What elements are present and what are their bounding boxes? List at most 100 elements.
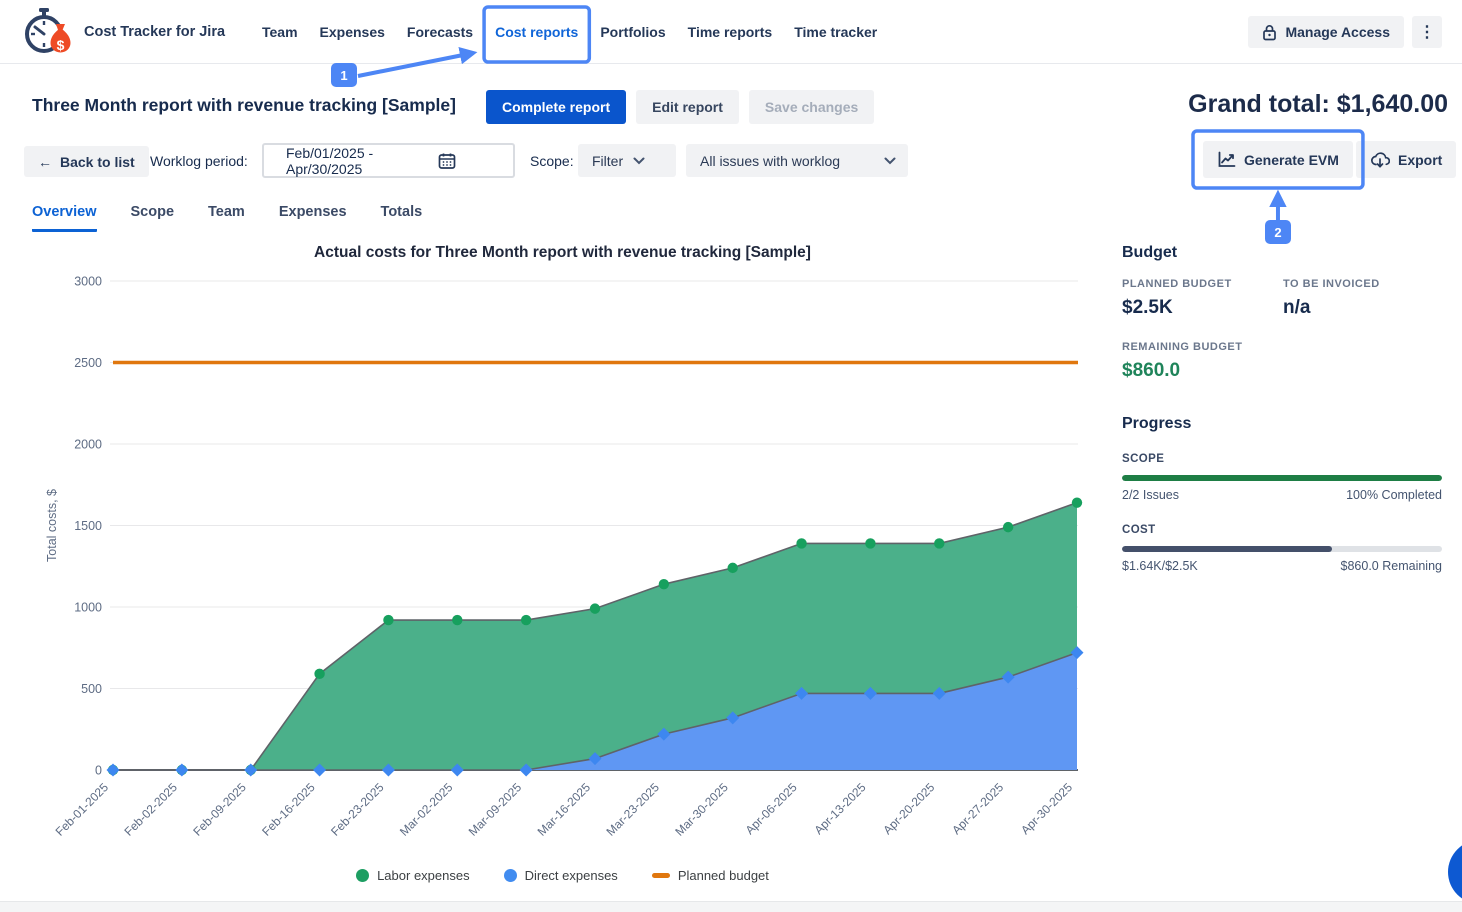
legend-swatch bbox=[356, 869, 369, 882]
cloud-download-icon bbox=[1370, 151, 1390, 168]
cost-progress-bar bbox=[1122, 546, 1442, 552]
summary-sidebar: Budget PLANNED BUDGET $2.5K TO BE INVOIC… bbox=[1122, 244, 1442, 573]
actual-costs-chart[interactable]: 050010001500200025003000Total costs, $Fe… bbox=[20, 268, 1105, 868]
manage-access-label: Manage Access bbox=[1285, 24, 1390, 40]
issues-filter-select[interactable]: All issues with worklog bbox=[686, 144, 908, 177]
nav-item-forecasts[interactable]: Forecasts bbox=[407, 24, 473, 40]
chat-widget-button[interactable] bbox=[1448, 840, 1462, 904]
worklog-period-label: Worklog period: bbox=[150, 153, 248, 169]
filter-bar: ← Back to list Worklog period: Feb/01/20… bbox=[0, 143, 1462, 183]
chevron-down-icon bbox=[884, 157, 896, 165]
save-changes-button[interactable]: Save changes bbox=[749, 90, 874, 124]
cost-spent-value: $1.64K/$2.5K bbox=[1122, 559, 1198, 573]
svg-text:0: 0 bbox=[95, 764, 102, 778]
horizontal-scrollbar[interactable] bbox=[0, 901, 1462, 912]
remaining-budget-label: REMAINING BUDGET bbox=[1122, 341, 1442, 353]
svg-text:Apr-20-2025: Apr-20-2025 bbox=[880, 780, 937, 837]
scope-progress-fill bbox=[1122, 475, 1442, 481]
svg-text:Feb-01-2025: Feb-01-2025 bbox=[53, 780, 112, 839]
svg-text:1500: 1500 bbox=[74, 519, 102, 533]
worklog-period-value: Feb/01/2025 - Apr/30/2025 bbox=[286, 145, 394, 177]
back-to-list-button[interactable]: ← Back to list bbox=[24, 146, 149, 177]
export-button[interactable]: Export bbox=[1356, 141, 1456, 178]
svg-text:Mar-30-2025: Mar-30-2025 bbox=[672, 780, 731, 839]
legend-swatch bbox=[652, 873, 670, 878]
svg-text:500: 500 bbox=[81, 682, 102, 696]
edit-report-button[interactable]: Edit report bbox=[636, 90, 739, 124]
scope-filter-value: Filter bbox=[592, 153, 623, 169]
calendar-icon bbox=[394, 152, 502, 170]
svg-text:Feb-09-2025: Feb-09-2025 bbox=[190, 780, 249, 839]
cost-chart-panel: Actual costs for Three Month report with… bbox=[20, 240, 1105, 905]
legend-swatch bbox=[504, 869, 517, 882]
manage-access-button[interactable]: Manage Access bbox=[1248, 16, 1404, 48]
svg-text:Apr-13-2025: Apr-13-2025 bbox=[811, 780, 868, 837]
complete-report-button[interactable]: Complete report bbox=[486, 90, 626, 124]
nav-item-time-tracker[interactable]: Time tracker bbox=[794, 24, 877, 40]
progress-heading: Progress bbox=[1122, 415, 1442, 433]
tab-expenses[interactable]: Expenses bbox=[279, 204, 347, 232]
generate-evm-button[interactable]: Generate EVM bbox=[1203, 141, 1353, 178]
worklog-period-input[interactable]: Feb/01/2025 - Apr/30/2025 bbox=[262, 143, 515, 178]
svg-text:Feb-16-2025: Feb-16-2025 bbox=[259, 780, 318, 839]
main-nav: Team Expenses Forecasts Cost reports Por… bbox=[262, 0, 877, 64]
legend-item-planned-budget: Planned budget bbox=[652, 868, 769, 883]
nav-item-team[interactable]: Team bbox=[262, 24, 298, 40]
tab-scope[interactable]: Scope bbox=[131, 204, 175, 232]
svg-text:1000: 1000 bbox=[74, 601, 102, 615]
kebab-icon: ⋮ bbox=[1419, 22, 1435, 42]
svg-text:Feb-02-2025: Feb-02-2025 bbox=[121, 780, 180, 839]
nav-item-portfolios[interactable]: Portfolios bbox=[600, 24, 665, 40]
export-label: Export bbox=[1398, 152, 1442, 168]
svg-text:Total costs, $: Total costs, $ bbox=[45, 489, 59, 562]
chart-line-icon bbox=[1217, 151, 1236, 168]
scope-issues-count: 2/2 Issues bbox=[1122, 488, 1179, 502]
chevron-down-icon bbox=[633, 157, 645, 165]
svg-text:Apr-30-2025: Apr-30-2025 bbox=[1018, 780, 1075, 837]
cost-remaining-value: $860.0 Remaining bbox=[1341, 559, 1442, 573]
scope-progress-bar bbox=[1122, 475, 1442, 481]
remaining-budget-value: $860.0 bbox=[1122, 360, 1442, 382]
report-tabs: Overview Scope Team Expenses Totals bbox=[32, 204, 422, 232]
svg-text:Mar-23-2025: Mar-23-2025 bbox=[603, 780, 662, 839]
chart-legend: Labor expensesDirect expensesPlanned bud… bbox=[20, 868, 1105, 883]
to-be-invoiced-value: n/a bbox=[1283, 297, 1380, 319]
annotation-step-1-badge: 1 bbox=[331, 63, 357, 87]
app-title: Cost Tracker for Jira bbox=[84, 24, 225, 40]
tab-team[interactable]: Team bbox=[208, 204, 245, 232]
chart-title: Actual costs for Three Month report with… bbox=[20, 244, 1105, 262]
tab-totals[interactable]: Totals bbox=[381, 204, 423, 232]
legend-label: Direct expenses bbox=[525, 868, 618, 883]
svg-text:Mar-02-2025: Mar-02-2025 bbox=[397, 780, 456, 839]
budget-heading: Budget bbox=[1122, 244, 1442, 262]
tab-overview[interactable]: Overview bbox=[32, 204, 97, 232]
planned-budget-label: PLANNED BUDGET bbox=[1122, 278, 1283, 290]
nav-item-cost-reports[interactable]: Cost reports bbox=[495, 24, 578, 40]
lock-icon bbox=[1262, 24, 1277, 41]
more-options-button[interactable]: ⋮ bbox=[1412, 16, 1442, 48]
app-logo[interactable]: $ bbox=[16, 6, 74, 58]
scope-filter-select[interactable]: Filter bbox=[578, 144, 676, 177]
nav-item-expenses[interactable]: Expenses bbox=[320, 24, 385, 40]
report-title: Three Month report with revenue tracking… bbox=[32, 95, 456, 116]
scope-label: Scope: bbox=[530, 153, 574, 169]
annotation-step-2-badge: 2 bbox=[1265, 220, 1291, 244]
svg-text:$: $ bbox=[57, 37, 65, 53]
to-be-invoiced-label: TO BE INVOICED bbox=[1283, 278, 1380, 290]
legend-label: Planned budget bbox=[678, 868, 769, 883]
nav-item-time-reports[interactable]: Time reports bbox=[688, 24, 773, 40]
svg-text:Feb-23-2025: Feb-23-2025 bbox=[328, 780, 387, 839]
svg-text:Mar-09-2025: Mar-09-2025 bbox=[466, 780, 525, 839]
planned-budget-value: $2.5K bbox=[1122, 297, 1283, 319]
grand-total: Grand total: $1,640.00 bbox=[1188, 90, 1448, 119]
generate-evm-label: Generate EVM bbox=[1244, 152, 1339, 168]
scope-completed-pct: 100% Completed bbox=[1346, 488, 1442, 502]
app-header: $ Cost Tracker for Jira Team Expenses Fo… bbox=[0, 0, 1462, 64]
svg-text:3000: 3000 bbox=[74, 275, 102, 289]
legend-item-direct-expenses: Direct expenses bbox=[504, 868, 618, 883]
stopwatch-moneybag-icon: $ bbox=[16, 6, 74, 58]
svg-text:2000: 2000 bbox=[74, 438, 102, 452]
back-arrow-icon: ← bbox=[38, 154, 52, 170]
scope-progress-label: SCOPE bbox=[1122, 453, 1442, 465]
svg-text:Apr-27-2025: Apr-27-2025 bbox=[949, 780, 1006, 837]
